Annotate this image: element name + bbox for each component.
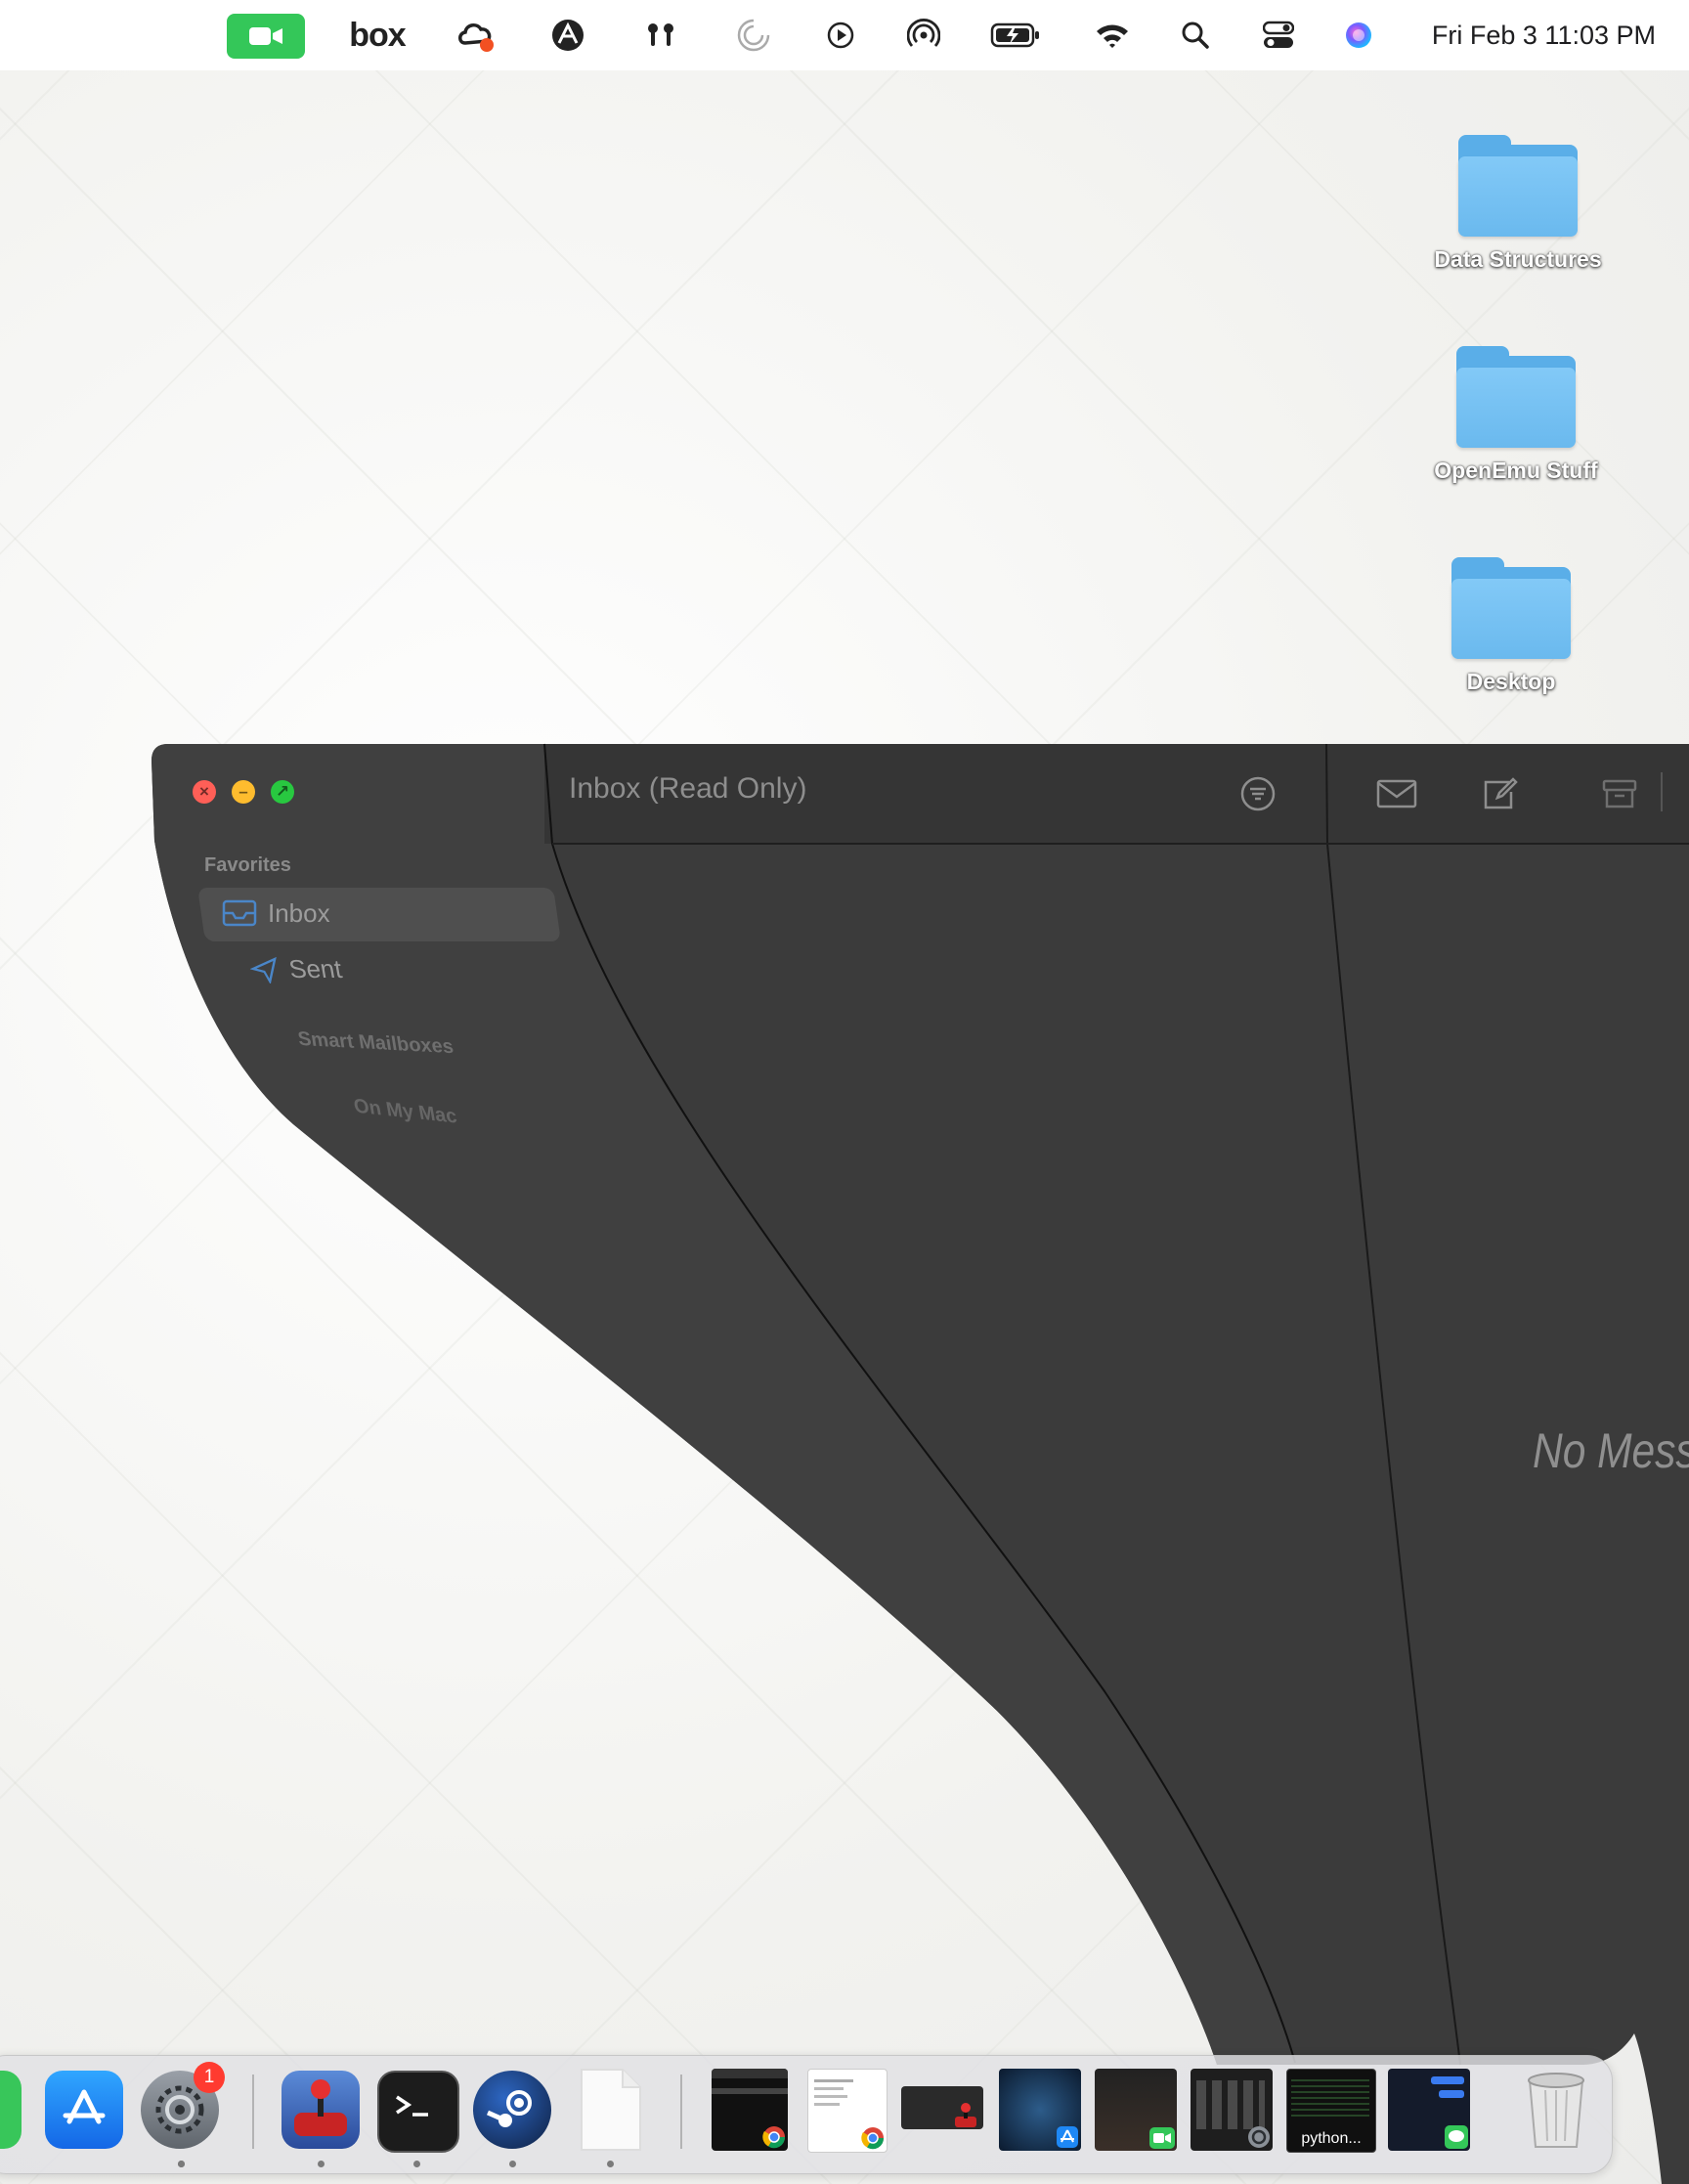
appstore-icon xyxy=(63,2089,106,2124)
minimized-window-chrome-2[interactable] xyxy=(807,2069,888,2153)
running-indicator xyxy=(318,2161,325,2167)
compose-icon[interactable] xyxy=(1480,774,1519,813)
inbox-icon xyxy=(222,899,257,927)
sidebar-item-inbox[interactable]: Inbox xyxy=(221,897,330,929)
messages-icon xyxy=(1445,2125,1468,2149)
minimized-window-maps[interactable] xyxy=(999,2069,1081,2151)
mail-window[interactable] xyxy=(0,0,1689,2184)
trash-icon xyxy=(1528,2073,1584,2148)
dock-app-document[interactable] xyxy=(571,2069,649,2151)
minimize-button[interactable]: – xyxy=(232,780,255,804)
empty-message-placeholder: No Messag xyxy=(1533,1423,1689,1478)
zoom-icon: ↗ xyxy=(275,782,290,801)
dock-app-trash[interactable] xyxy=(1515,2065,1597,2153)
minimized-window-python[interactable]: python... xyxy=(1286,2069,1376,2153)
dock-separator xyxy=(680,2075,682,2149)
close-button[interactable]: × xyxy=(193,780,216,804)
sent-icon xyxy=(249,956,277,983)
dock-app-terminal[interactable] xyxy=(377,2071,459,2153)
running-indicator xyxy=(178,2161,185,2167)
minimized-window-joystick[interactable] xyxy=(901,2086,983,2129)
chrome-icon xyxy=(762,2126,786,2149)
joystick-icon xyxy=(955,2103,976,2127)
window-title: Inbox (Read Only) xyxy=(569,772,807,805)
minimize-icon: – xyxy=(238,782,248,801)
filter-icon[interactable] xyxy=(1238,774,1278,813)
archive-icon[interactable] xyxy=(1600,774,1639,813)
terminal-icon xyxy=(396,2095,428,2117)
running-indicator xyxy=(607,2161,614,2167)
zoom-button[interactable]: ↗ xyxy=(271,780,294,804)
sidebar-item-label: Sent xyxy=(286,954,345,983)
minimized-window-messages[interactable] xyxy=(1388,2069,1470,2151)
minimized-window-settings[interactable] xyxy=(1191,2069,1273,2151)
notification-badge: 1 xyxy=(194,2062,225,2093)
minimized-window-chrome-1[interactable] xyxy=(712,2069,788,2151)
document-icon xyxy=(581,2069,641,2151)
dock-separator xyxy=(252,2075,254,2149)
appstore-icon xyxy=(1057,2126,1078,2148)
running-indicator xyxy=(509,2161,516,2167)
facetime-icon xyxy=(1149,2127,1175,2149)
steam-icon xyxy=(486,2090,532,2127)
dock-app-appstore[interactable] xyxy=(45,2071,123,2149)
dock-app-messages-partial[interactable] xyxy=(0,2071,22,2149)
running-indicator xyxy=(413,2161,420,2167)
dock-app-steam[interactable] xyxy=(473,2071,551,2149)
dock-app-joystick[interactable] xyxy=(282,2071,360,2149)
chrome-icon xyxy=(861,2127,885,2150)
minimized-window-facetime[interactable] xyxy=(1095,2069,1177,2151)
get-mail-icon[interactable] xyxy=(1375,774,1418,813)
joystick-icon xyxy=(294,2079,347,2136)
close-icon: × xyxy=(199,782,209,801)
favorites-header: Favorites xyxy=(204,854,291,876)
sidebar-item-label: Inbox xyxy=(268,897,330,928)
gear-icon xyxy=(1248,2126,1270,2148)
minimized-window-label: python... xyxy=(1301,2130,1362,2147)
sidebar-item-sent[interactable]: Sent xyxy=(247,954,344,984)
